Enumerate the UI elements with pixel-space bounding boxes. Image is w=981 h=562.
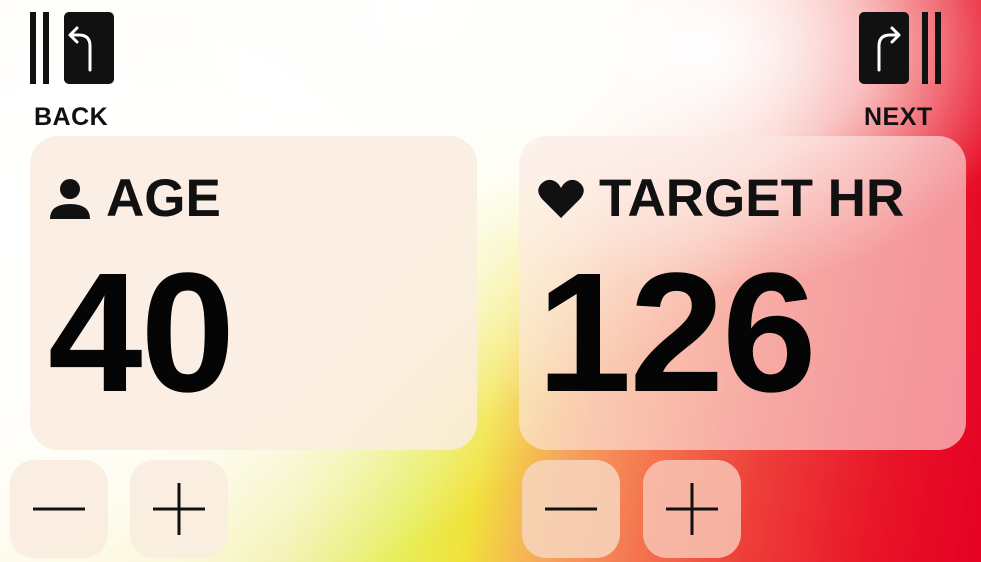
age-label: AGE <box>106 169 221 228</box>
age-value: 40 <box>48 238 235 428</box>
target-hr-title: TARGET HR <box>537 172 904 225</box>
next-button[interactable]: NEXT <box>855 8 945 131</box>
heart-icon <box>538 179 584 218</box>
back-button[interactable]: BACK <box>30 8 120 131</box>
target-hr-label: TARGET HR <box>599 169 905 228</box>
next-arrow-icon <box>859 12 941 84</box>
back-arrow-icon <box>30 12 114 84</box>
plus-icon <box>153 483 205 535</box>
target-hr-decrement-button[interactable] <box>522 460 620 558</box>
age-card: AGE 40 <box>30 136 477 450</box>
age-title: AGE <box>48 172 221 225</box>
age-decrement-button[interactable] <box>10 460 108 558</box>
target-hr-increment-button[interactable] <box>643 460 741 558</box>
minus-icon <box>545 507 597 511</box>
minus-icon <box>33 507 85 511</box>
target-hr-card: TARGET HR 126 <box>519 136 966 450</box>
plus-icon <box>666 483 718 535</box>
age-increment-button[interactable] <box>130 460 228 558</box>
next-label: NEXT <box>864 103 933 131</box>
back-label: BACK <box>34 103 109 131</box>
person-icon <box>50 178 90 219</box>
target-hr-value: 126 <box>537 238 817 428</box>
